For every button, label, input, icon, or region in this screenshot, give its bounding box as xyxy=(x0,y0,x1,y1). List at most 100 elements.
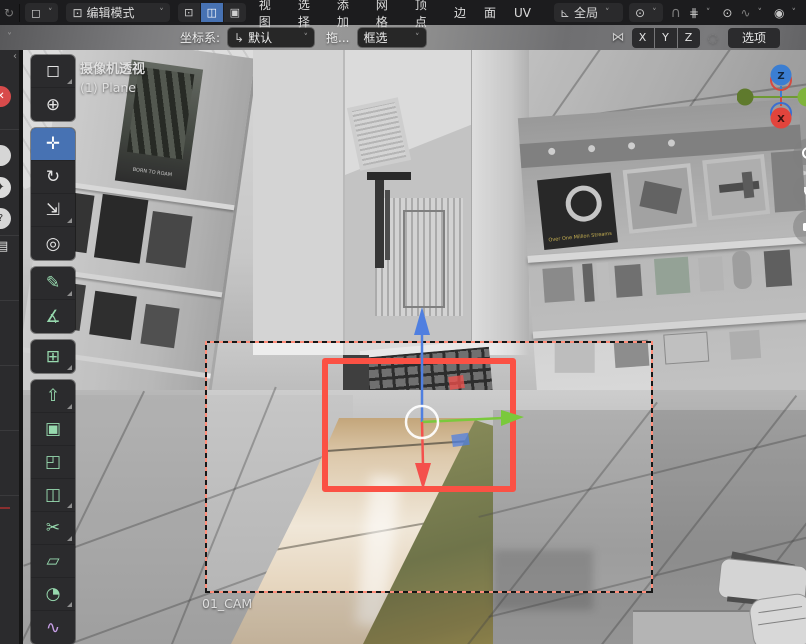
plane-handle-x[interactable] xyxy=(448,375,465,390)
orientation-label: 全局 xyxy=(574,4,598,21)
tool-move[interactable]: ✛ xyxy=(31,128,75,161)
tool-scale[interactable]: ⇲ xyxy=(31,194,75,227)
mode-label: 编辑模式 xyxy=(87,4,135,21)
blender-window: ↻ ◻ ˅ ⊡ 编辑模式 ˅ ⊡ ◫ ▣ 视图 选择 添加 网格 顶点 边 面 … xyxy=(0,0,806,644)
tweak-tool-icon: ◻ xyxy=(31,7,41,19)
pivot-dropdown[interactable]: ⊙ ˅ xyxy=(629,3,663,22)
tool-smooth[interactable]: ∿ xyxy=(31,611,75,644)
camera-frame-right[interactable] xyxy=(651,341,653,593)
tool-transform[interactable]: ◎ xyxy=(31,227,75,260)
mode-dropdown[interactable]: ⊡ 编辑模式 ˅ xyxy=(66,3,169,22)
snap-magnet-icon[interactable]: ∩ xyxy=(671,6,681,20)
menu-face[interactable]: 面 xyxy=(475,0,505,25)
left-edge-panel: ‹ ✕ ✦ ? ▤ xyxy=(0,25,19,644)
navigation-gizmo[interactable]: Z X xyxy=(737,64,806,140)
chevron-down-icon: ˅ xyxy=(758,8,763,18)
toolbar: ◻ ⊕ ✛ ↻ ⇲ ◎ ✎ ∡ ⊞ ⇧ ▣ ◰ ◫ ✂ ▱ xyxy=(31,55,75,644)
viewport-header: ↻ ◻ ˅ ⊡ 编辑模式 ˅ ⊡ ◫ ▣ 视图 选择 添加 网格 顶点 边 面 … xyxy=(0,0,806,25)
menu-mesh[interactable]: 网格 xyxy=(367,0,406,25)
coord-axis-icon: ↳ xyxy=(234,32,244,44)
viewport-3d[interactable]: BORN TO ROAM xyxy=(19,50,806,644)
axis-z-label: Z xyxy=(777,71,784,82)
snap-base-icon[interactable]: ◌ xyxy=(708,32,718,44)
face-select-button[interactable]: ▣ xyxy=(224,3,246,22)
tool-measure[interactable]: ∡ xyxy=(31,300,75,333)
pivot-point-icon: ⊙ xyxy=(635,7,645,19)
menu-select[interactable]: 选择 xyxy=(289,0,328,25)
menu-vertex[interactable]: 顶点 xyxy=(406,0,445,25)
chevron-down-icon: ˅ xyxy=(652,8,657,18)
tool-rotate[interactable]: ↻ xyxy=(31,161,75,194)
select-mode-dropdown[interactable]: 框选 ˅ xyxy=(358,28,426,47)
collapse-chevron-icon[interactable]: ˅ xyxy=(7,32,12,43)
axis-x-label: X xyxy=(777,114,785,125)
tool-bevel[interactable]: ◰ xyxy=(31,446,75,479)
tool-annotate[interactable]: ✎ xyxy=(31,267,75,300)
tool-circle-icon[interactable] xyxy=(0,145,11,166)
mirror-z-button[interactable]: Z xyxy=(678,28,700,48)
editor-type-icon[interactable]: ↻ xyxy=(4,7,14,19)
vertex-select-button[interactable]: ⊡ xyxy=(178,3,200,22)
help-icon[interactable]: ? xyxy=(0,208,11,229)
close-icon[interactable]: ✕ xyxy=(0,86,11,107)
mirror-icon[interactable]: ⋈ xyxy=(612,31,625,44)
active-object-label: (1) Plane xyxy=(80,80,136,95)
view-name-label: 摄像机透视 xyxy=(80,58,145,77)
menu-add[interactable]: 添加 xyxy=(328,0,367,25)
axis-y-ball[interactable] xyxy=(798,88,806,107)
select-mode-buttons: ⊡ ◫ ▣ xyxy=(178,3,246,22)
menu-view[interactable]: 视图 xyxy=(250,0,289,25)
camera-name-label: 01_CAM xyxy=(202,596,252,611)
plane-handle-z[interactable] xyxy=(451,433,470,447)
hand-icon[interactable]: ✦ xyxy=(0,177,11,198)
camera-frame-bottom[interactable] xyxy=(205,591,653,593)
chevron-down-icon: ˅ xyxy=(415,33,420,43)
orientation-icon: ⊾ xyxy=(560,7,570,19)
x-axis-arrow[interactable] xyxy=(415,463,431,490)
coordinate-system-label: 坐标系: xyxy=(180,29,220,46)
chevron-down-icon: ˅ xyxy=(48,8,53,18)
menu-edge[interactable]: 边 xyxy=(445,0,475,25)
y-axis-arrow[interactable] xyxy=(501,410,524,426)
orientation-dropdown[interactable]: ⊾ 全局 ˅ xyxy=(554,3,623,22)
mirror-axis-buttons: X Y Z xyxy=(632,28,700,48)
chevron-down-icon: ˅ xyxy=(304,33,309,43)
tool-add-cube[interactable]: ⊞ xyxy=(31,340,75,373)
chevron-down-icon: ˅ xyxy=(792,8,797,18)
edge-select-button[interactable]: ◫ xyxy=(201,3,223,22)
tool-select-box[interactable]: ◻ xyxy=(31,55,75,88)
falloff-dropdown[interactable]: ∿ ˅ xyxy=(734,3,768,22)
axis-neg-y-ball[interactable] xyxy=(737,89,754,106)
coordinate-system-dropdown[interactable]: ↳ 默认 ˅ xyxy=(228,28,314,47)
grid-icon[interactable]: ▤ xyxy=(0,239,8,254)
tool-loop-cut[interactable]: ◫ xyxy=(31,479,75,512)
active-tool-dropdown[interactable]: ◻ ˅ xyxy=(25,3,58,22)
tool-knife[interactable]: ✂ xyxy=(31,512,75,545)
z-axis-arrow[interactable] xyxy=(414,307,430,335)
visibility-filter-dropdown[interactable]: ◉ ˅ xyxy=(768,3,802,22)
collapse-arrow-icon[interactable]: ‹ xyxy=(13,51,17,62)
mirror-y-button[interactable]: Y xyxy=(655,28,677,48)
snap-with-dropdown[interactable]: ⋕ ˅ xyxy=(683,3,717,22)
tool-cursor[interactable]: ⊕ xyxy=(31,88,75,121)
drag-label: 拖... xyxy=(326,29,349,46)
chevron-down-icon: ˅ xyxy=(605,8,610,18)
proportional-edit-icon[interactable]: ⊙ xyxy=(722,7,732,19)
tool-inset-faces[interactable]: ▣ xyxy=(31,413,75,446)
coordinate-system-value: 默认 xyxy=(248,29,272,46)
chevron-down-icon: ˅ xyxy=(159,8,164,18)
menu-row: 视图 选择 添加 网格 顶点 边 面 UV xyxy=(250,0,540,25)
options-button[interactable]: 选项 xyxy=(728,28,780,48)
menu-uv[interactable]: UV xyxy=(505,0,540,25)
mirror-x-button[interactable]: X xyxy=(632,28,654,48)
snap-increment-icon: ⋕ xyxy=(689,7,699,19)
tool-poly-build[interactable]: ▱ xyxy=(31,545,75,578)
camera-frame-left[interactable] xyxy=(205,341,207,593)
visibility-filter-icon: ◉ xyxy=(774,7,784,19)
tool-settings-bar: ˅ 坐标系: ↳ 默认 ˅ 拖... 框选 ˅ ⋈ X Y Z ◌ 选项 xyxy=(0,25,806,50)
chevron-down-icon: ˅ xyxy=(706,8,711,18)
move-gizmo[interactable] xyxy=(343,305,528,500)
tool-extrude-region[interactable]: ⇧ xyxy=(31,380,75,413)
tool-spin[interactable]: ◔ xyxy=(31,578,75,611)
edit-mode-icon: ⊡ xyxy=(72,7,82,19)
